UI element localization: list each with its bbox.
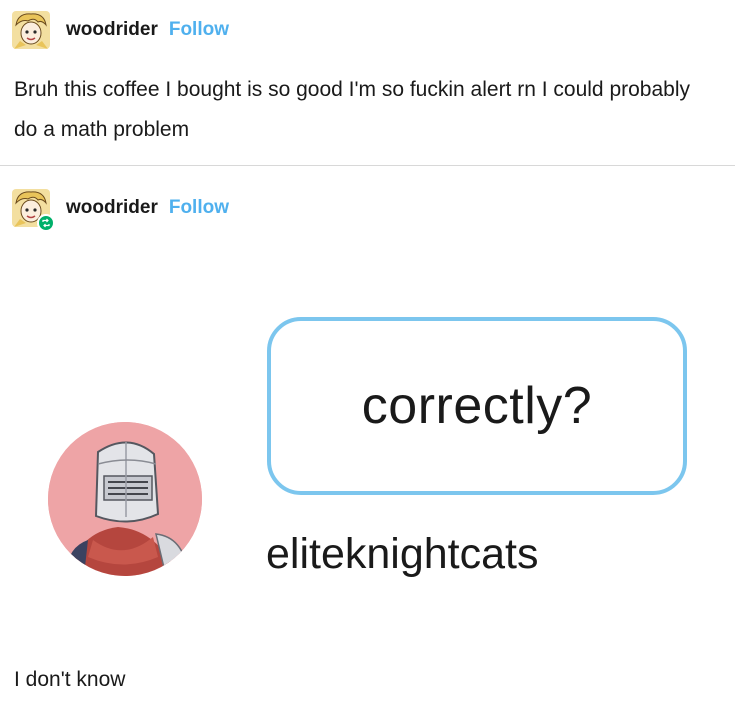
knight-avatar-icon <box>48 422 202 576</box>
reblog-arrows-icon <box>37 214 55 232</box>
post-username[interactable]: woodrider <box>66 19 158 41</box>
reblog-username[interactable]: woodrider <box>66 197 158 219</box>
embedded-reply-image: correctly? eliteknightcats <box>40 305 710 605</box>
speech-bubble-text: correctly? <box>361 377 593 435</box>
speech-bubble: correctly? <box>267 317 687 495</box>
reblog-header: woodrider Follow <box>12 188 229 232</box>
reply-author-handle: eliteknightcats <box>266 530 539 578</box>
reblog-follow-button[interactable]: Follow <box>169 197 229 219</box>
post-body-text: Bruh this coffee I bought is so good I'm… <box>14 78 690 141</box>
reblog-reply-text: I don't know <box>14 668 126 691</box>
post-header: woodrider Follow <box>12 10 229 50</box>
user-avatar-icon[interactable] <box>12 11 50 49</box>
reblog-user-avatar-icon[interactable] <box>12 189 55 232</box>
follow-button[interactable]: Follow <box>169 19 229 41</box>
post-divider <box>0 165 735 166</box>
